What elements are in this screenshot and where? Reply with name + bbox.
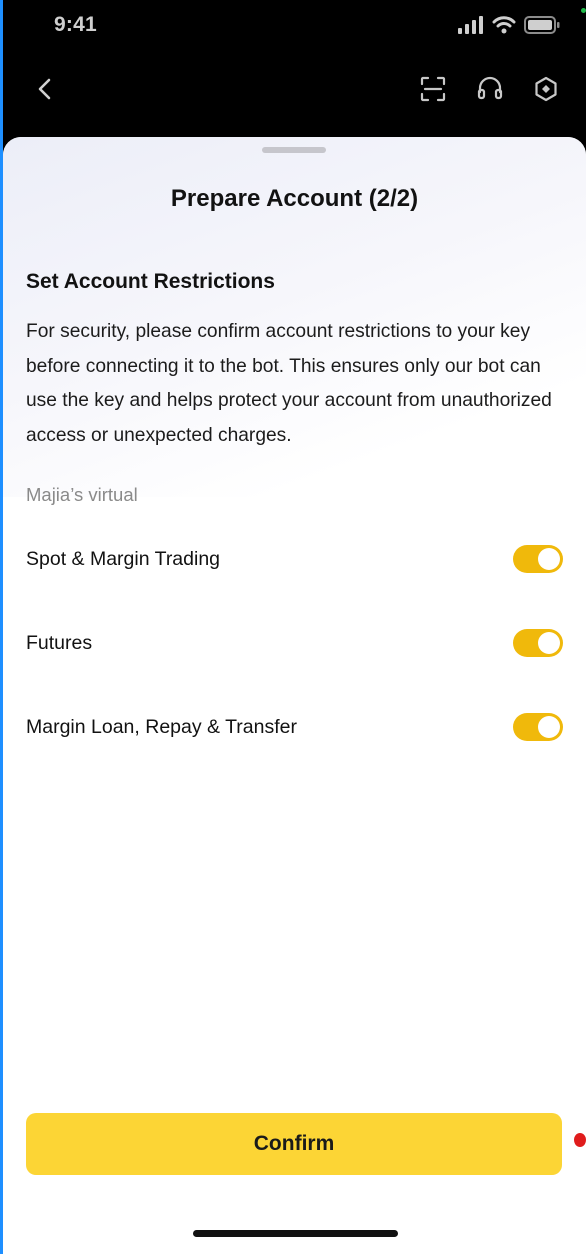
scan-icon <box>419 75 447 108</box>
toggle-knob <box>538 548 560 570</box>
restriction-label: Spot & Margin Trading <box>26 547 221 570</box>
toggle-knob <box>538 716 560 738</box>
restriction-row-futures: Futures <box>26 623 563 663</box>
wifi-icon <box>492 16 516 39</box>
back-button[interactable] <box>28 74 62 108</box>
settings-button[interactable] <box>529 74 563 108</box>
restriction-row-margin-loan: Margin Loan, Repay & Transfer <box>26 707 563 747</box>
section-heading: Set Account Restrictions <box>26 270 275 293</box>
description-text: For security, please confirm account res… <box>26 321 552 446</box>
futures-toggle[interactable] <box>513 629 563 657</box>
camera-indicator-dot <box>581 8 586 13</box>
toggle-knob <box>538 632 560 654</box>
restriction-row-spot-margin: Spot & Margin Trading <box>26 539 563 579</box>
status-time: 9:41 <box>54 13 97 36</box>
account-name-label: Majia’s virtual <box>26 484 138 505</box>
status-bar: 9:41 <box>0 0 586 52</box>
nav-bar <box>0 64 586 118</box>
touch-indicator-dot <box>574 1133 586 1147</box>
confirm-button[interactable]: Confirm <box>26 1113 562 1175</box>
restriction-label: Margin Loan, Repay & Transfer <box>26 715 297 738</box>
chevron-left-icon <box>36 77 54 106</box>
status-icons <box>458 16 560 39</box>
signal-icon <box>458 16 484 39</box>
restriction-label: Futures <box>26 631 93 654</box>
battery-icon <box>524 16 560 39</box>
sheet-grabber[interactable] <box>262 147 326 153</box>
hexagon-settings-icon <box>532 75 560 108</box>
home-indicator <box>193 1230 398 1237</box>
bottom-sheet: Prepare Account (2/2) Set Account Restri… <box>3 137 586 1254</box>
margin-loan-toggle[interactable] <box>513 713 563 741</box>
scan-button[interactable] <box>416 74 450 108</box>
spot-margin-toggle[interactable] <box>513 545 563 573</box>
headset-icon <box>476 75 504 108</box>
support-button[interactable] <box>473 74 507 108</box>
screen: 9:41 Prepare Account (2/2) Set Account R… <box>0 0 586 1254</box>
sheet-title: Prepare Account (2/2) <box>170 185 419 212</box>
